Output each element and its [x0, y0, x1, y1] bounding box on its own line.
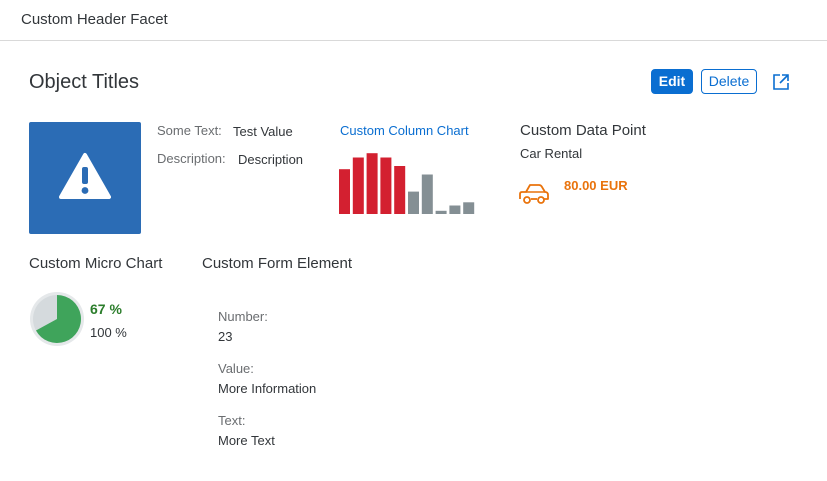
- form-label-text: Text:: [218, 413, 246, 428]
- object-image: [29, 122, 141, 234]
- column-chart-bar: [408, 191, 419, 214]
- form-value-number: 23: [218, 329, 233, 344]
- micro-chart-percent: 67 %: [90, 301, 122, 317]
- some-text-value: Test Value: [233, 124, 293, 139]
- radial-micro-chart[interactable]: [29, 291, 85, 347]
- form-value-text: More Text: [218, 433, 275, 448]
- edit-button[interactable]: Edit: [651, 69, 693, 94]
- data-point-title: Custom Data Point: [520, 122, 646, 139]
- column-chart-bar: [380, 157, 392, 214]
- column-chart-bar: [435, 210, 447, 214]
- delete-button[interactable]: Delete: [701, 69, 757, 94]
- description-label: Description:: [157, 151, 226, 166]
- description-value: Description: [238, 152, 304, 167]
- page-title: Object Titles: [29, 71, 140, 93]
- column-chart-title[interactable]: Custom Column Chart: [340, 123, 469, 138]
- column-chart-bar: [352, 157, 364, 214]
- form-element-title: Custom Form Element: [202, 255, 353, 272]
- car-icon: [519, 184, 549, 204]
- column-chart-bar: [449, 205, 461, 214]
- share-icon[interactable]: [771, 72, 791, 92]
- data-point-value: 80.00 EUR: [564, 178, 628, 193]
- micro-chart-title: Custom Micro Chart: [29, 255, 163, 272]
- some-text-label: Some Text:: [157, 123, 222, 138]
- column-chart-bar: [421, 174, 433, 214]
- header-bar: Custom Header Facet: [0, 0, 827, 41]
- column-chart-bar: [339, 169, 350, 214]
- column-chart-bar: [394, 166, 406, 214]
- form-label-number: Number:: [218, 309, 268, 324]
- column-chart[interactable]: [338, 150, 478, 216]
- column-chart-bar: [463, 202, 475, 214]
- micro-chart-total: 100 %: [90, 325, 127, 340]
- column-chart-bar: [366, 153, 378, 214]
- form-label-value: Value:: [218, 361, 254, 376]
- form-value-value: More Information: [218, 381, 317, 396]
- data-point-subtitle: Car Rental: [520, 146, 583, 161]
- header-title: Custom Header Facet: [21, 11, 168, 28]
- warning-icon: [59, 153, 111, 199]
